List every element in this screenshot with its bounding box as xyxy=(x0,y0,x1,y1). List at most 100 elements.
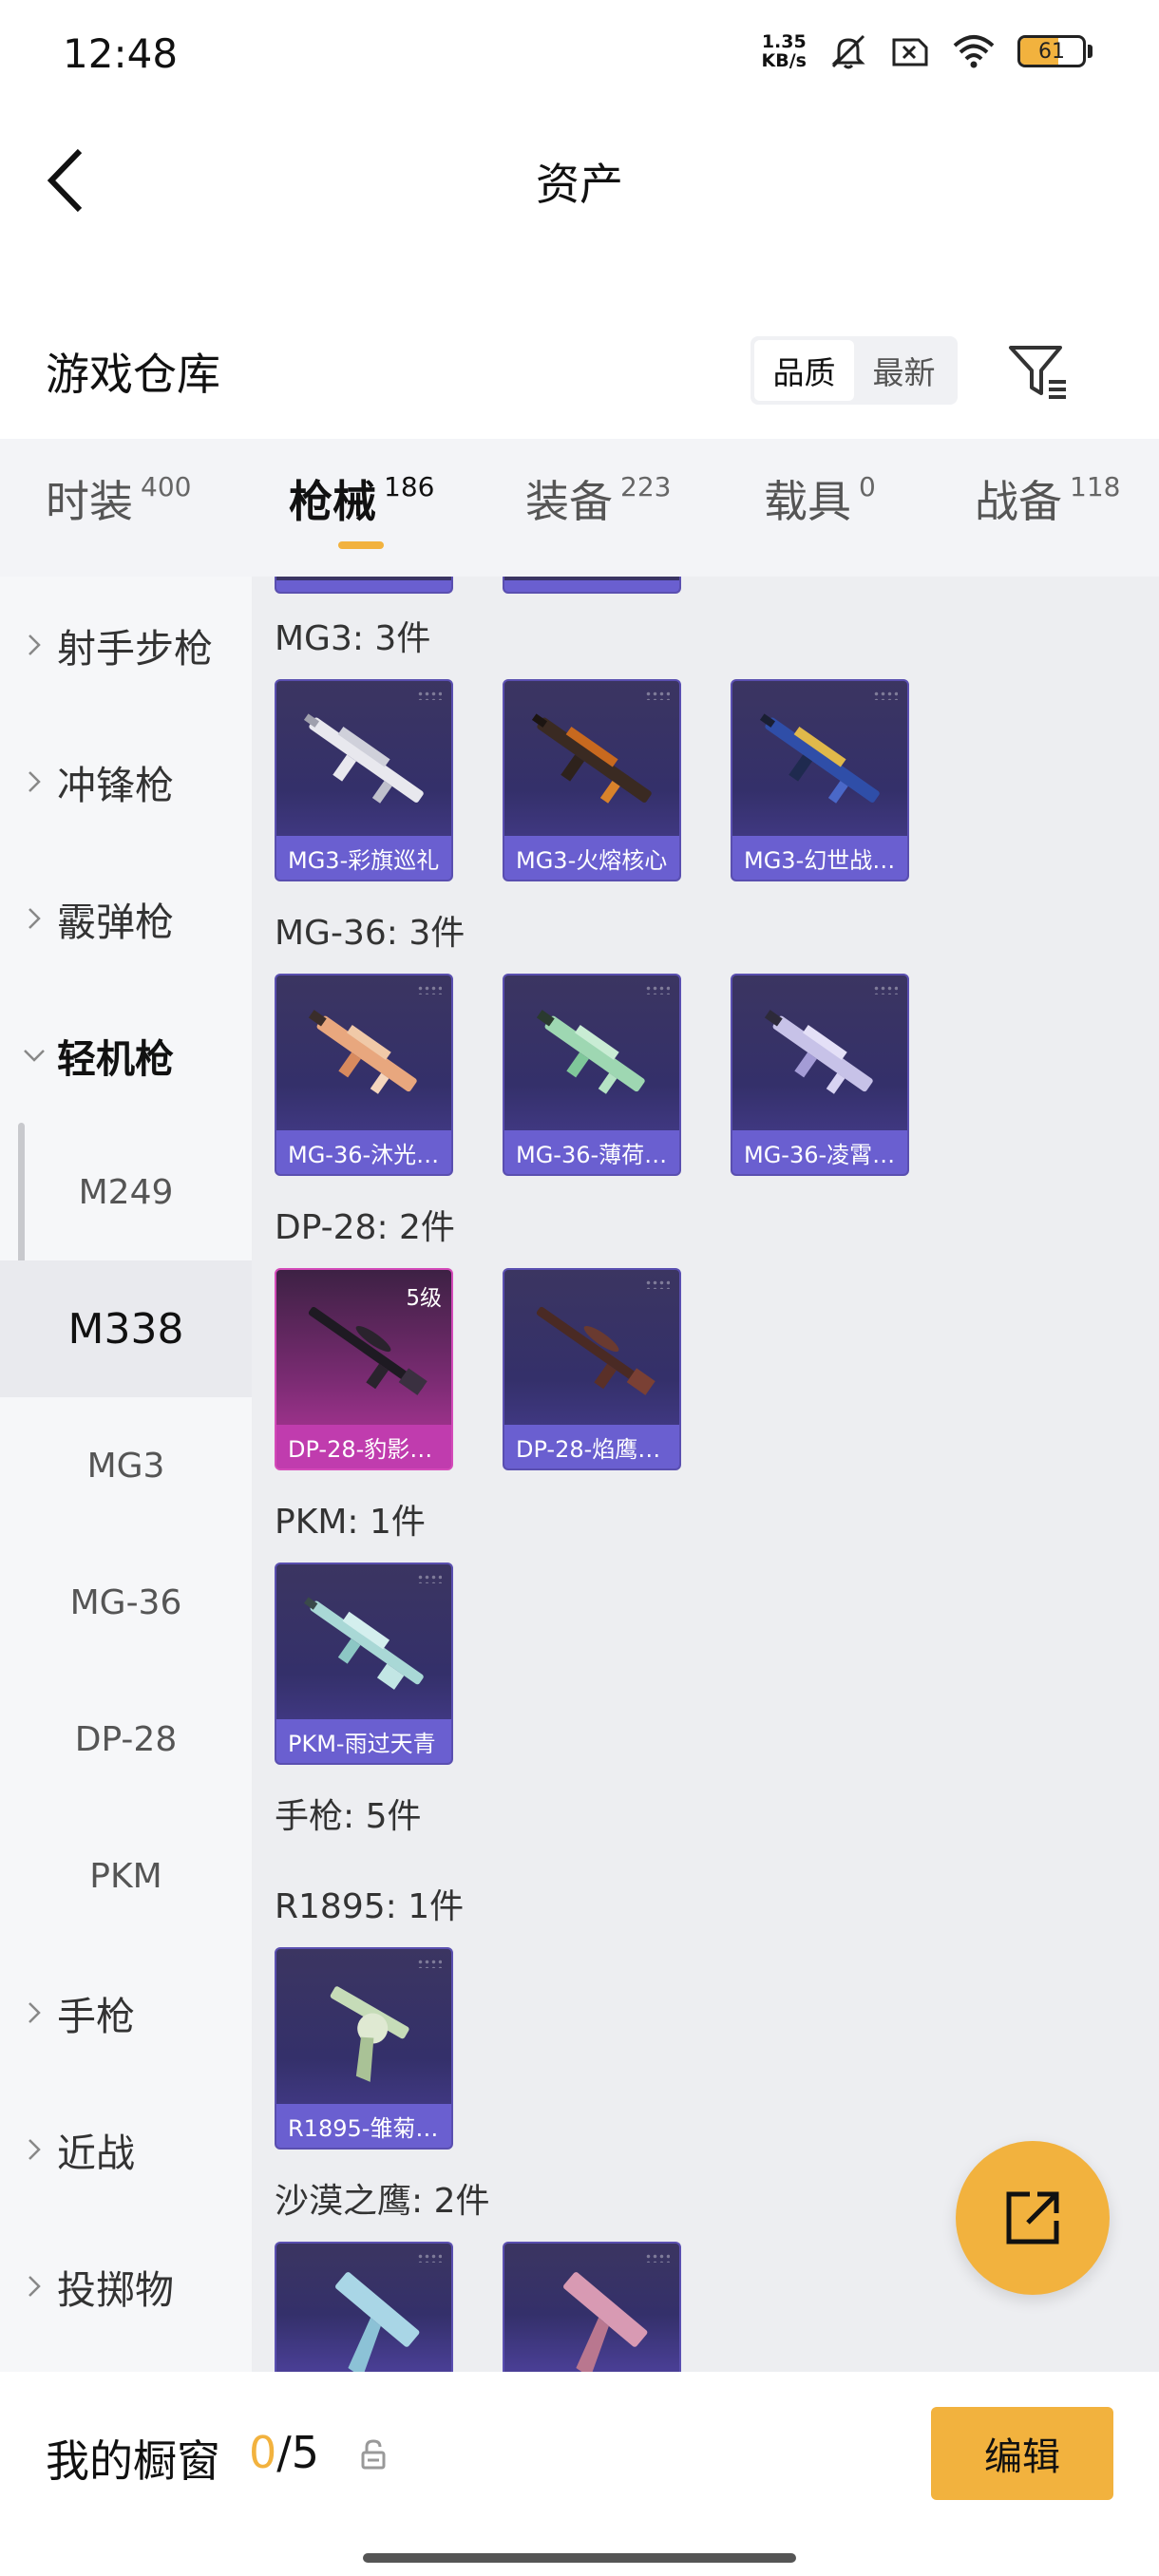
edit-button[interactable]: 编辑 xyxy=(931,2407,1113,2500)
share-external-icon xyxy=(1006,2191,1059,2245)
sort-quality-option[interactable]: 品质 xyxy=(754,340,854,401)
lmg-skin-image xyxy=(764,1010,873,1094)
sidebar-item-smg[interactable]: 冲锋枪 xyxy=(0,713,252,850)
skin-name: DP-28-焰鹰… xyxy=(504,1425,679,1468)
filter-icon xyxy=(1009,346,1066,399)
skin-card[interactable]: MG3-彩旗巡礼 xyxy=(275,679,453,881)
chevron-right-icon xyxy=(23,770,46,793)
battery-icon: 61 xyxy=(1017,35,1092,67)
skin-name: MG-36-薄荷… xyxy=(504,1130,679,1174)
warehouse-header: 游戏仓库 品质 最新 xyxy=(0,313,1159,427)
skin-card-partial[interactable] xyxy=(275,577,453,594)
sort-newest-option[interactable]: 最新 xyxy=(854,340,954,401)
sidebar-subitem-pkm[interactable]: PKM xyxy=(0,1808,252,1944)
sidebar-item-throwable[interactable]: 投掷物 xyxy=(0,2218,252,2355)
tab-label: 载具 xyxy=(764,476,851,527)
battery-tip xyxy=(1088,45,1092,58)
battery-level: 61 xyxy=(1038,40,1065,64)
group-title: MG-36: 3件 xyxy=(275,914,466,953)
nav-header: 资产 xyxy=(0,114,1159,237)
skin-name: MG3-彩旗巡礼 xyxy=(276,836,451,880)
skin-name: MG3-火熔核心 xyxy=(504,836,679,880)
showcase-bar: 我的橱窗 0/5 编辑 xyxy=(0,2372,1159,2576)
tab-count: 400 xyxy=(141,471,192,502)
weapon-skin-list: MG3: 3件 MG3-彩旗巡礼 MG3-火熔核心 MG3-幻世战… MG-36… xyxy=(252,577,1159,2372)
filter-button[interactable] xyxy=(1005,338,1072,405)
tab-combat-gear[interactable]: 战备 118 xyxy=(975,467,1120,543)
skin-card[interactable]: MG3-幻世战… xyxy=(731,679,909,881)
chevron-right-icon xyxy=(23,907,46,930)
skin-card[interactable]: PKM-雨过天青 xyxy=(275,1563,453,1765)
sidebar-item-label: 霰弹枪 xyxy=(57,900,174,945)
wifi-icon xyxy=(953,35,995,68)
group-title: PKM: 1件 xyxy=(275,1503,426,1542)
lmg-skin-image xyxy=(308,1010,417,1094)
mute-icon xyxy=(831,34,865,69)
skin-card[interactable]: MG-36-薄荷… xyxy=(503,974,681,1176)
group-title: 沙漠之鹰: 2件 xyxy=(275,2182,490,2221)
chevron-right-icon xyxy=(23,634,46,656)
skin-card[interactable]: MG3-火熔核心 xyxy=(503,679,681,881)
sidebar-item-label: 近战 xyxy=(57,2131,135,2176)
no-sim-icon xyxy=(892,38,928,66)
skin-card[interactable]: MG-36-沐光… xyxy=(275,974,453,1176)
sidebar-subitem-dp28[interactable]: DP-28 xyxy=(0,1671,252,1808)
sidebar-item-label: 冲锋枪 xyxy=(57,763,174,808)
sidebar-subitem-m249[interactable]: M249 xyxy=(0,1124,252,1260)
group-title: MG3: 3件 xyxy=(275,619,431,658)
tab-label: 时装 xyxy=(46,476,133,527)
tab-count: 223 xyxy=(620,471,672,502)
showcase-total: /5 xyxy=(276,2427,320,2478)
chevron-right-icon xyxy=(23,2275,46,2298)
tab-label: 装备 xyxy=(525,476,613,527)
status-bar: 12:48 1.35 KB/s 61 xyxy=(0,0,1159,104)
sidebar-item-shotgun[interactable]: 霰弹枪 xyxy=(0,850,252,987)
skin-card[interactable] xyxy=(503,2242,681,2372)
skin-card[interactable]: DP-28-焰鹰… xyxy=(503,1268,681,1470)
home-indicator[interactable] xyxy=(363,2553,796,2563)
net-speed: 1.35 KB/s xyxy=(761,31,807,71)
showcase-count: 0/5 xyxy=(249,2427,319,2478)
tab-fashion[interactable]: 时装 400 xyxy=(46,467,191,543)
chevron-right-icon xyxy=(23,2001,46,2024)
showcase-used: 0 xyxy=(249,2427,277,2478)
share-button[interactable] xyxy=(956,2141,1110,2295)
sidebar-item-pistol[interactable]: 手枪 xyxy=(0,1944,252,2081)
sidebar-subitem-m338[interactable]: M338 xyxy=(0,1260,252,1397)
lock-icon xyxy=(361,2439,386,2470)
sidebar-subitem-mg3[interactable]: MG3 xyxy=(0,1397,252,1534)
skin-name: R1895-雏菊… xyxy=(276,2104,451,2148)
tab-firearms[interactable]: 枪械 186 xyxy=(289,467,434,543)
sidebar-item-melee[interactable]: 近战 xyxy=(0,2081,252,2218)
skin-card[interactable]: MG-36-凌霄… xyxy=(731,974,909,1176)
lmg-skin-image xyxy=(303,713,424,804)
skin-name: MG-36-凌霄… xyxy=(732,1130,907,1174)
skin-name: PKM-雨过天青 xyxy=(276,1719,451,1763)
pistol-skin-image xyxy=(330,1986,409,2082)
lmg-skin-image xyxy=(536,1010,645,1094)
pistol-skin-image xyxy=(563,2272,648,2372)
tab-vehicles[interactable]: 载具 0 xyxy=(764,467,876,543)
status-icons: 1.35 KB/s 61 xyxy=(762,32,1092,70)
weapon-category-sidebar: 射手步枪 冲锋枪 霰弹枪 轻机枪 M249 M338 MG3 MG-36 DP-… xyxy=(0,577,252,2372)
status-time: 12:48 xyxy=(63,30,179,77)
skin-name: MG-36-沐光… xyxy=(276,1130,451,1174)
tab-label: 战备 xyxy=(975,476,1062,527)
group-title: DP-28: 2件 xyxy=(275,1208,455,1247)
sidebar-item-label: 轻机枪 xyxy=(57,1036,174,1082)
skin-name: DP-28-豹影… xyxy=(276,1425,451,1468)
skin-card[interactable]: 5级 DP-28-豹影… xyxy=(275,1268,453,1470)
skin-card[interactable]: R1895-雏菊… xyxy=(275,1947,453,2150)
tab-count: 0 xyxy=(859,471,876,502)
skin-name: MG3-幻世战… xyxy=(732,836,907,880)
sort-toggle: 品质 最新 xyxy=(750,336,958,405)
chevron-down-icon xyxy=(23,1049,46,1062)
tab-equipment[interactable]: 装备 223 xyxy=(525,467,671,543)
sidebar-subitem-mg36[interactable]: MG-36 xyxy=(0,1534,252,1671)
sidebar-item-marksman-rifle[interactable]: 射手步枪 xyxy=(0,577,252,713)
skin-card-partial[interactable] xyxy=(503,577,681,594)
sidebar-item-lmg[interactable]: 轻机枪 xyxy=(0,987,252,1124)
tab-label: 枪械 xyxy=(289,476,376,527)
skin-card[interactable] xyxy=(275,2242,453,2372)
lmg-skin-image xyxy=(531,713,652,804)
